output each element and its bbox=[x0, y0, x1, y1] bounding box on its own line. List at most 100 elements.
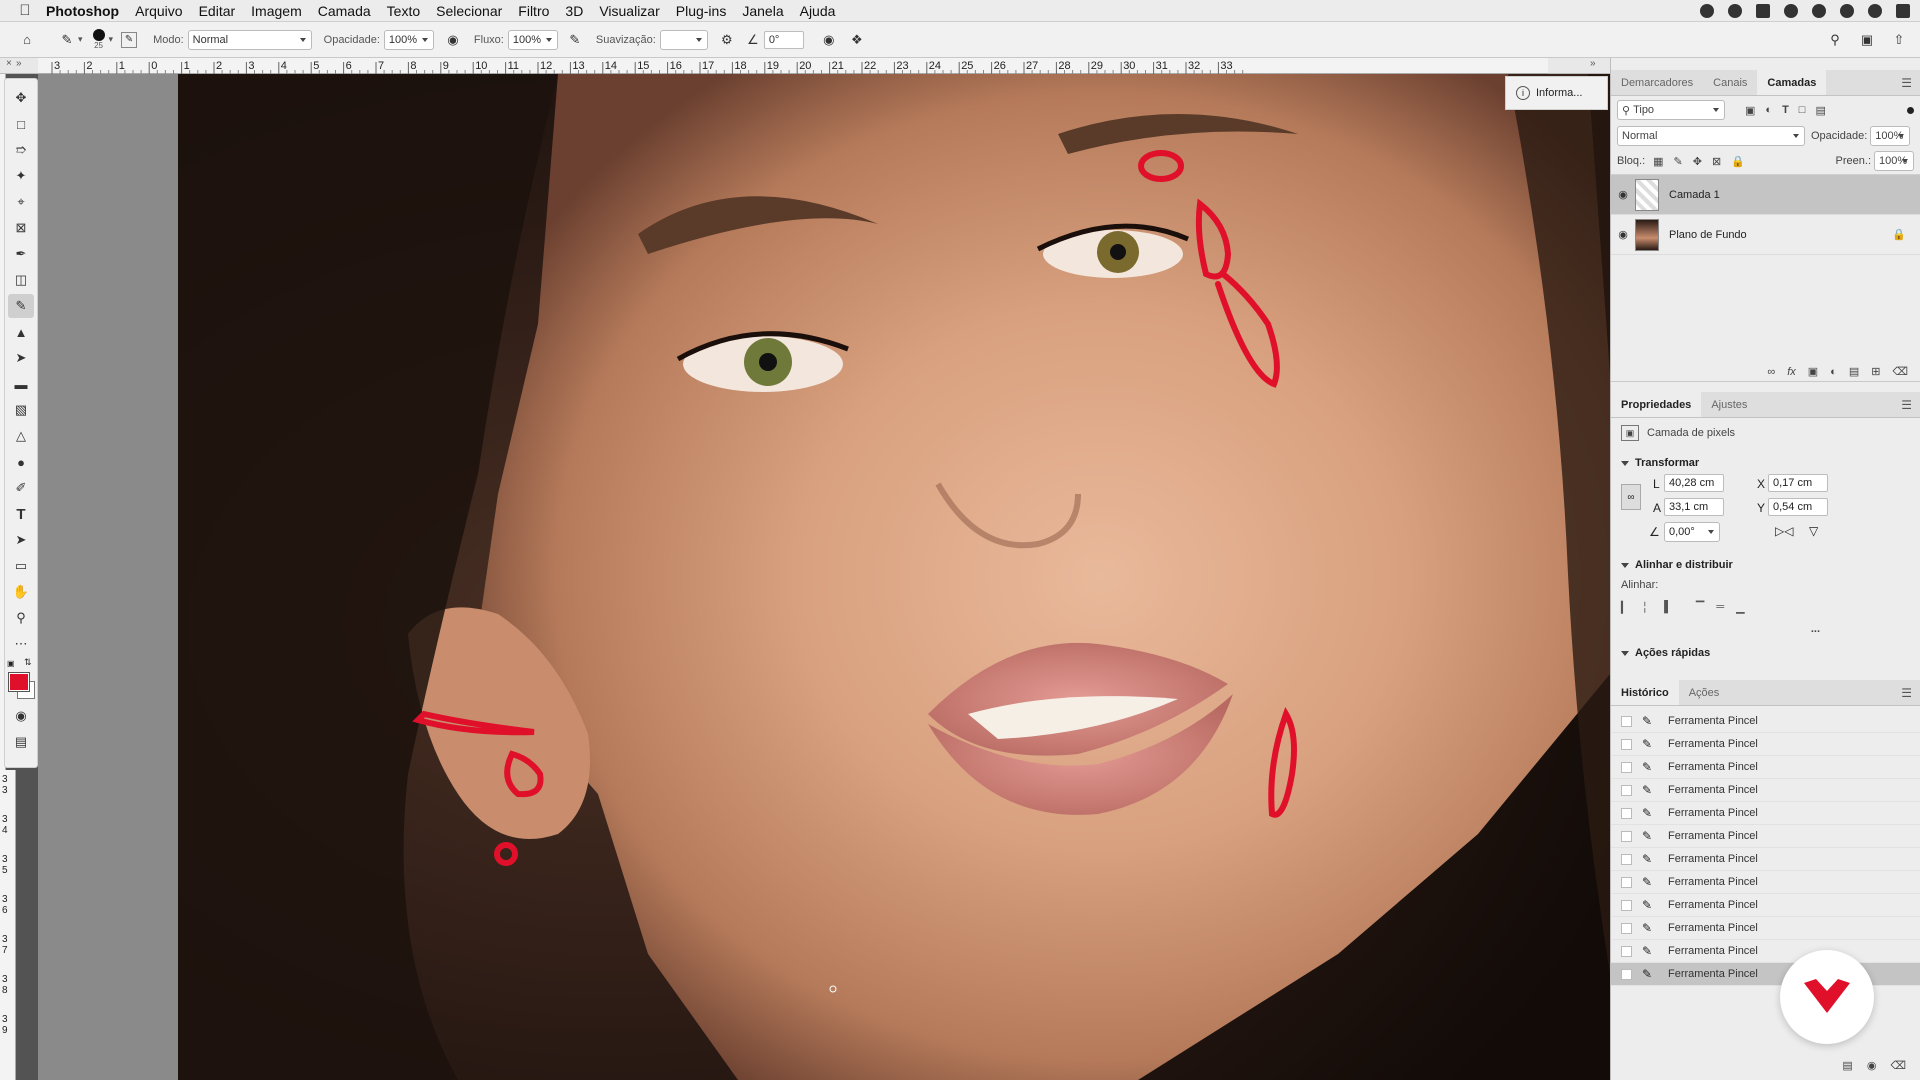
snapshot-checkbox[interactable] bbox=[1621, 807, 1632, 819]
blur-tool-icon[interactable]: △ bbox=[8, 424, 34, 448]
new-layer-icon[interactable]: ⊞ bbox=[1871, 365, 1880, 378]
panel-menu-icon[interactable]: ☰ bbox=[1901, 76, 1912, 90]
swap-colors-icon[interactable]: ⇅ bbox=[24, 657, 32, 668]
eyedropper-tool-icon[interactable]: ✒ bbox=[8, 242, 34, 266]
clock-icon[interactable] bbox=[1840, 4, 1854, 18]
search-icon[interactable]: ⚲ bbox=[1824, 29, 1846, 51]
snapshot-checkbox[interactable] bbox=[1621, 738, 1632, 750]
info-panel[interactable]: i Informa... bbox=[1505, 76, 1608, 110]
tab-acoes[interactable]: Ações bbox=[1679, 680, 1730, 705]
link-dimensions-icon[interactable]: ∞ bbox=[1621, 484, 1641, 510]
layer-plano-de-fundo[interactable]: ◉ Plano de Fundo 🔒 bbox=[1611, 215, 1920, 255]
frame-tool-icon[interactable]: ⊠ bbox=[8, 216, 34, 240]
volume-icon[interactable] bbox=[1812, 4, 1826, 18]
y-input[interactable]: 0,54 cm bbox=[1768, 498, 1828, 516]
filter-type-icon[interactable]: T bbox=[1782, 104, 1789, 117]
align-center-v-icon[interactable]: ═ bbox=[1716, 601, 1724, 613]
align-right-icon[interactable]: ▐ bbox=[1660, 601, 1668, 613]
transform-section[interactable]: Transformar bbox=[1611, 452, 1920, 474]
layer-filter-select[interactable]: ⚲ Tipo bbox=[1617, 100, 1725, 120]
align-bottom-icon[interactable]: ▁ bbox=[1736, 601, 1744, 614]
history-item[interactable]: ✎ Ferramenta Pincel bbox=[1611, 825, 1920, 848]
tab-ajustes[interactable]: Ajustes bbox=[1701, 392, 1757, 417]
tab-historico[interactable]: Histórico bbox=[1611, 680, 1679, 705]
lock-all-icon[interactable]: 🔒 bbox=[1731, 155, 1745, 168]
search-icon[interactable] bbox=[1868, 4, 1882, 18]
folder-icon[interactable]: ▤ bbox=[1849, 365, 1859, 378]
snapshot-checkbox[interactable] bbox=[1621, 784, 1632, 796]
control-center-icon[interactable] bbox=[1896, 4, 1910, 18]
history-item[interactable]: ✎ Ferramenta Pincel bbox=[1611, 871, 1920, 894]
history-item[interactable]: ✎ Ferramenta Pincel bbox=[1611, 848, 1920, 871]
gear-icon[interactable]: ⚙ bbox=[716, 29, 738, 51]
move-tool-icon[interactable]: ✥ bbox=[8, 86, 34, 110]
mode-select[interactable]: Normal bbox=[187, 29, 312, 50]
app-icon[interactable] bbox=[1756, 4, 1770, 18]
align-center-h-icon[interactable]: ╎ bbox=[1641, 601, 1648, 614]
camera-icon[interactable]: ◉ bbox=[1867, 1059, 1877, 1072]
snapshot-checkbox[interactable] bbox=[1621, 922, 1632, 934]
more-tools-icon[interactable]: ⋯ bbox=[8, 632, 34, 656]
layer-camada-1[interactable]: ◉ Camada 1 bbox=[1611, 175, 1920, 215]
eye-icon[interactable]: ◉ bbox=[1611, 228, 1635, 241]
flow-input[interactable]: 100% bbox=[507, 29, 558, 50]
menu-filtro[interactable]: Filtro bbox=[510, 3, 557, 19]
menu-ajuda[interactable]: Ajuda bbox=[792, 3, 844, 19]
quick-actions-section[interactable]: Ações rápidas bbox=[1611, 642, 1920, 664]
pen-tool-icon[interactable]: ✐ bbox=[8, 476, 34, 500]
angle-input[interactable]: 0° bbox=[763, 30, 804, 49]
menu-camada[interactable]: Camada bbox=[310, 3, 379, 19]
snapshot-checkbox[interactable] bbox=[1621, 830, 1632, 842]
blend-mode-select[interactable]: Normal bbox=[1617, 126, 1805, 146]
gradient-tool-icon[interactable]: ▧ bbox=[8, 398, 34, 422]
fill-input[interactable]: 100% bbox=[1874, 151, 1914, 171]
stamp-tool-icon[interactable]: ▲ bbox=[8, 320, 34, 344]
collapse-icon[interactable]: » bbox=[1590, 58, 1596, 69]
menu-arquivo[interactable]: Arquivo bbox=[127, 3, 190, 19]
rotation-input[interactable]: 0,00° bbox=[1664, 522, 1720, 542]
share-icon[interactable]: ⇧ bbox=[1888, 29, 1910, 51]
new-document-icon[interactable]: ▤ bbox=[1842, 1059, 1852, 1072]
rectangle-tool-icon[interactable]: ▭ bbox=[8, 554, 34, 578]
path-selection-tool-icon[interactable]: ➤ bbox=[8, 528, 34, 552]
filter-smart-icon[interactable]: ▤ bbox=[1815, 104, 1825, 117]
filter-pixel-icon[interactable]: ▣ bbox=[1745, 104, 1755, 117]
snapshot-checkbox[interactable] bbox=[1621, 876, 1632, 888]
magic-wand-tool-icon[interactable]: ✦ bbox=[8, 164, 34, 188]
align-top-icon[interactable]: ▔ bbox=[1696, 601, 1704, 614]
pressure-opacity-icon[interactable]: ◉ bbox=[442, 29, 464, 51]
align-more-button[interactable]: ... bbox=[1611, 620, 1920, 638]
align-section[interactable]: Alinhar e distribuir bbox=[1611, 554, 1920, 576]
align-left-icon[interactable]: ▎ bbox=[1621, 601, 1629, 614]
snapshot-checkbox[interactable] bbox=[1621, 968, 1632, 980]
canvas-area[interactable] bbox=[38, 74, 1610, 1080]
history-item-current[interactable]: ✎ Ferramenta Pincel bbox=[1611, 963, 1920, 986]
menu-app[interactable]: Photoshop bbox=[38, 3, 127, 19]
trash-icon[interactable]: ⌫ bbox=[1892, 365, 1908, 378]
flip-vertical-icon[interactable]: ▽ bbox=[1809, 524, 1818, 538]
filter-toggle-icon[interactable] bbox=[1907, 106, 1914, 114]
eject-icon[interactable] bbox=[1784, 4, 1798, 18]
type-tool-icon[interactable]: T bbox=[8, 502, 34, 526]
tab-canais[interactable]: Canais bbox=[1703, 70, 1757, 95]
snapshot-checkbox[interactable] bbox=[1621, 945, 1632, 957]
opacity-input[interactable]: 100% bbox=[383, 29, 434, 50]
home-icon[interactable]: ⌂ bbox=[16, 29, 38, 51]
w-input[interactable]: 40,28 cm bbox=[1664, 474, 1724, 492]
menu-janela[interactable]: Janela bbox=[734, 3, 791, 19]
dodge-tool-icon[interactable]: ● bbox=[8, 450, 34, 474]
mask-icon[interactable]: ▣ bbox=[1808, 365, 1818, 378]
menu-selecionar[interactable]: Selecionar bbox=[428, 3, 510, 19]
flip-horizontal-icon[interactable]: ▷◁ bbox=[1775, 524, 1793, 538]
lock-artboard-icon[interactable]: ⊠ bbox=[1712, 155, 1721, 168]
tab-camadas[interactable]: Camadas bbox=[1757, 70, 1827, 95]
tab-demarcadores[interactable]: Demarcadores bbox=[1611, 70, 1703, 95]
close-icon[interactable]: × bbox=[6, 58, 12, 69]
history-item[interactable]: ✎ Ferramenta Pincel bbox=[1611, 917, 1920, 940]
hand-tool-icon[interactable]: ✋ bbox=[8, 580, 34, 604]
pressure-size-icon[interactable]: ◉ bbox=[818, 29, 840, 51]
panel-menu-icon[interactable]: ☰ bbox=[1901, 686, 1912, 700]
brush-tool-icon[interactable]: ✎ bbox=[8, 294, 34, 318]
history-item[interactable]: ✎ Ferramenta Pincel bbox=[1611, 779, 1920, 802]
fx-icon[interactable]: fx bbox=[1787, 366, 1796, 378]
